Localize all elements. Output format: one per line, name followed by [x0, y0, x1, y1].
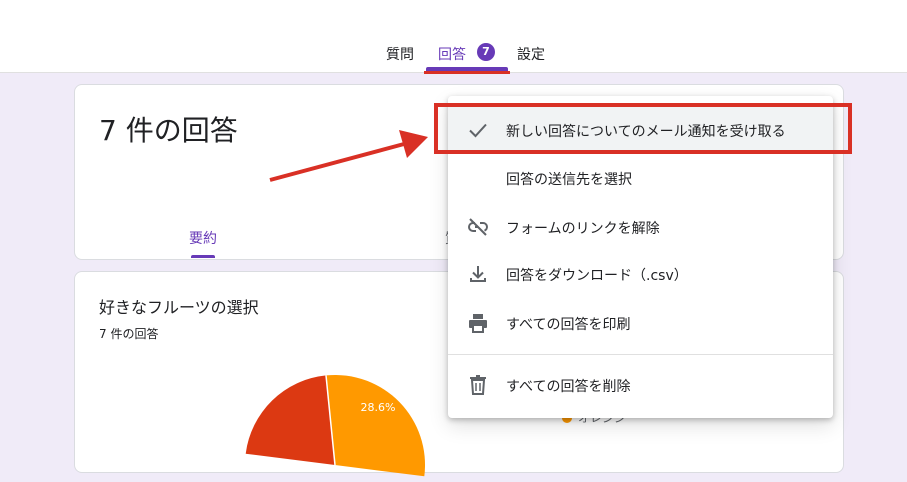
download-icon	[470, 266, 486, 282]
response-count-badge: 7	[477, 43, 495, 61]
tab-summary[interactable]: 要約	[189, 228, 217, 248]
pie-slice-orange	[326, 374, 426, 477]
annotation-arrow-icon	[269, 130, 428, 182]
menu-label: フォームのリンクを解除	[506, 221, 660, 237]
tab-settings[interactable]: 設定	[517, 44, 545, 64]
pie-chart: 28.6%	[245, 374, 426, 477]
top-bar: 質問 回答 7 設定	[0, 0, 907, 73]
menu-item-delete-all[interactable]: すべての回答を削除	[448, 362, 833, 408]
print-icon	[469, 314, 487, 333]
menu-separator	[448, 354, 833, 355]
summary-tab-indicator	[191, 255, 215, 258]
menu-label: 回答をダウンロード（.csv）	[506, 268, 688, 284]
menu-item-select-destination[interactable]: 回答の送信先を選択	[448, 155, 833, 201]
menu-item-print-all[interactable]: すべての回答を印刷	[448, 300, 833, 346]
pie-slice-label: 28.6%	[361, 401, 396, 414]
annotation-highlight-box	[434, 103, 852, 154]
menu-label: すべての回答を印刷	[506, 317, 631, 333]
tab-responses[interactable]: 回答	[438, 44, 466, 64]
trash-icon	[470, 375, 486, 395]
question-title: 好きなフルーツの選択	[99, 298, 259, 317]
annotation-tab-underline	[424, 71, 510, 74]
menu-item-download-csv[interactable]: 回答をダウンロード（.csv）	[448, 251, 833, 297]
menu-label: 回答の送信先を選択	[506, 172, 632, 188]
unlink-icon	[468, 218, 488, 236]
responses-title: 7 件の回答	[99, 114, 238, 147]
pie-slice-red	[245, 375, 335, 465]
question-response-count: 7 件の回答	[99, 327, 159, 341]
tab-questions[interactable]: 質問	[386, 44, 414, 64]
menu-label: すべての回答を削除	[506, 379, 631, 395]
menu-item-unlink-form[interactable]: フォームのリンクを解除	[448, 204, 833, 250]
